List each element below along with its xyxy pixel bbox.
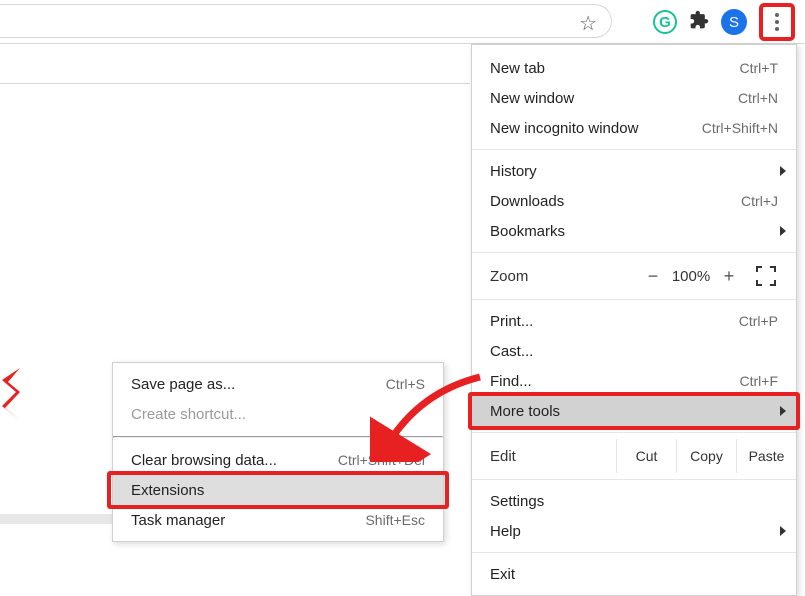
submenu-item-save-page-as[interactable]: Save page as...Ctrl+S bbox=[113, 369, 443, 399]
more-menu-highlight bbox=[759, 3, 795, 41]
submenu-arrow-icon bbox=[780, 526, 786, 536]
grammarly-extension-icon[interactable]: G bbox=[653, 10, 677, 34]
submenu-arrow-icon bbox=[780, 226, 786, 236]
page-decorative-shape bbox=[2, 368, 20, 420]
extensions-puzzle-icon[interactable] bbox=[689, 10, 709, 35]
zoom-out-button[interactable]: − bbox=[640, 266, 666, 287]
zoom-in-button[interactable]: + bbox=[716, 266, 742, 287]
menu-item-new-tab[interactable]: New tabCtrl+T bbox=[472, 53, 796, 83]
more-tools-submenu: Save page as...Ctrl+S Create shortcut...… bbox=[112, 362, 444, 542]
menu-item-find[interactable]: Find...Ctrl+F bbox=[472, 366, 796, 396]
submenu-item-create-shortcut: Create shortcut... bbox=[113, 399, 443, 429]
menu-item-zoom: Zoom − 100% + bbox=[472, 259, 796, 293]
edit-cut-button[interactable]: Cut bbox=[616, 439, 676, 473]
more-menu-button[interactable] bbox=[775, 13, 779, 31]
submenu-item-task-manager[interactable]: Task managerShift+Esc bbox=[113, 505, 443, 535]
menu-item-settings[interactable]: Settings bbox=[472, 486, 796, 516]
menu-item-help[interactable]: Help bbox=[472, 516, 796, 546]
menu-item-bookmarks[interactable]: Bookmarks bbox=[472, 216, 796, 246]
main-menu: New tabCtrl+T New windowCtrl+N New incog… bbox=[471, 44, 797, 596]
fullscreen-icon[interactable] bbox=[756, 266, 776, 286]
edit-copy-button[interactable]: Copy bbox=[676, 439, 736, 473]
menu-item-exit[interactable]: Exit bbox=[472, 559, 796, 589]
menu-item-edit-row: Edit Cut Copy Paste bbox=[472, 439, 796, 473]
menu-item-downloads[interactable]: DownloadsCtrl+J bbox=[472, 186, 796, 216]
profile-avatar[interactable]: S bbox=[721, 9, 747, 35]
submenu-item-clear-browsing-data[interactable]: Clear browsing data...Ctrl+Shift+Del bbox=[113, 445, 443, 475]
edit-paste-button[interactable]: Paste bbox=[736, 439, 796, 473]
submenu-item-extensions[interactable]: Extensions bbox=[113, 475, 443, 505]
browser-toolbar: ☆ G S bbox=[0, 0, 805, 44]
menu-item-more-tools[interactable]: More tools bbox=[472, 396, 796, 426]
address-bar[interactable]: ☆ bbox=[0, 4, 612, 38]
submenu-arrow-icon bbox=[780, 406, 786, 416]
menu-item-cast[interactable]: Cast... bbox=[472, 336, 796, 366]
menu-item-history[interactable]: History bbox=[472, 156, 796, 186]
zoom-value: 100% bbox=[666, 268, 716, 285]
menu-item-new-incognito[interactable]: New incognito windowCtrl+Shift+N bbox=[472, 113, 796, 143]
submenu-arrow-icon bbox=[780, 166, 786, 176]
menu-item-new-window[interactable]: New windowCtrl+N bbox=[472, 83, 796, 113]
menu-item-print[interactable]: Print...Ctrl+P bbox=[472, 306, 796, 336]
bookmark-star-icon[interactable]: ☆ bbox=[579, 11, 597, 36]
